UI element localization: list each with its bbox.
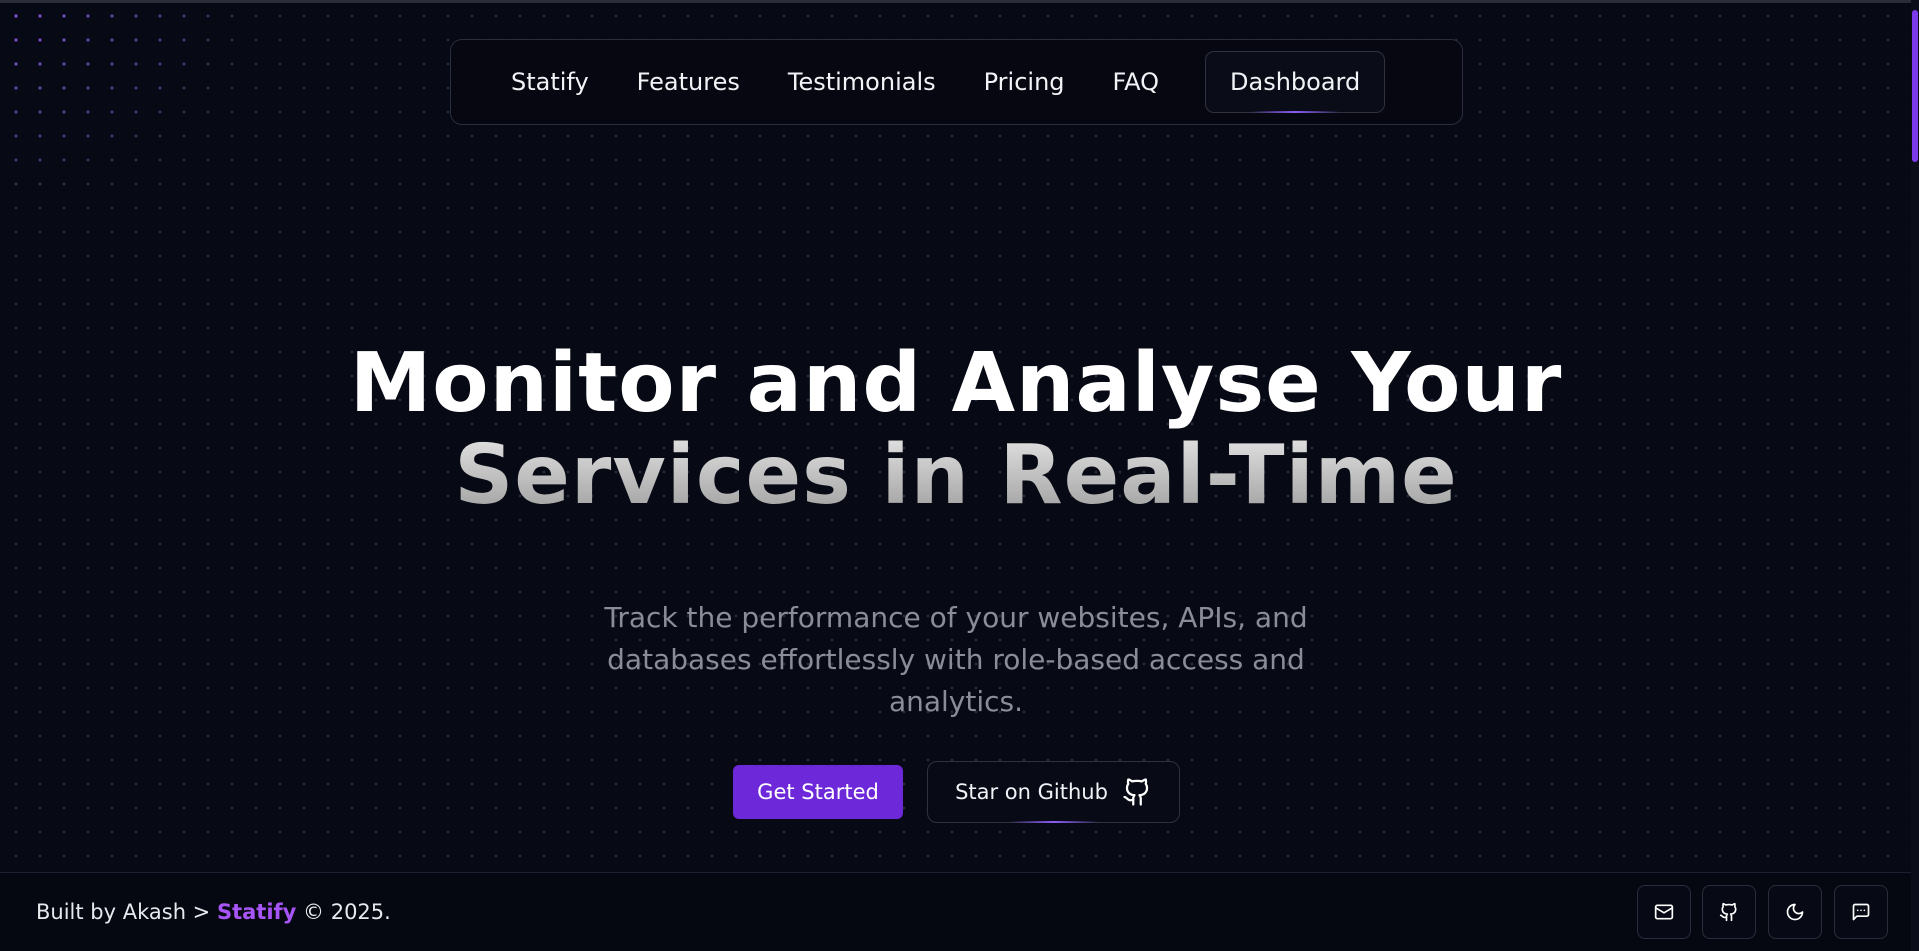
scrollbar-thumb[interactable] <box>1912 10 1918 162</box>
nav-link-statify[interactable]: Statify <box>511 68 589 96</box>
github-icon <box>1719 902 1737 922</box>
footer-credit-prefix: Built by Akash > <box>36 900 217 924</box>
footer-credit-suffix: © 2025. <box>296 900 391 924</box>
landing-page: Statify Features Testimonials Pricing FA… <box>0 0 1919 951</box>
nav-link-features[interactable]: Features <box>637 68 740 96</box>
dashboard-button[interactable]: Dashboard <box>1205 51 1386 113</box>
corner-dot-glow <box>0 0 240 200</box>
message-icon <box>1852 903 1870 921</box>
nav-link-pricing[interactable]: Pricing <box>984 68 1065 96</box>
hero-title: Monitor and Analyse Your Services in Rea… <box>0 338 1912 522</box>
hero-title-line2: Services in Real-Time <box>0 430 1912 522</box>
github-footer-button[interactable] <box>1702 885 1756 939</box>
footer-brand-link[interactable]: Statify <box>217 900 296 924</box>
mail-button[interactable] <box>1637 885 1691 939</box>
footer: Built by Akash > Statify © 2025. <box>0 872 1911 951</box>
hero-title-line1: Monitor and Analyse Your <box>349 336 1563 431</box>
scrollbar[interactable] <box>1911 0 1919 951</box>
top-divider <box>0 0 1919 3</box>
nav-link-testimonials[interactable]: Testimonials <box>788 68 936 96</box>
feedback-button[interactable] <box>1834 885 1888 939</box>
star-on-github-button[interactable]: Star on Github <box>927 761 1180 823</box>
top-navbar: Statify Features Testimonials Pricing FA… <box>450 39 1463 125</box>
footer-credit: Built by Akash > Statify © 2025. <box>36 900 391 924</box>
mail-icon <box>1654 904 1674 920</box>
star-on-github-label: Star on Github <box>955 780 1108 804</box>
moon-icon <box>1786 903 1804 921</box>
hero-subtitle: Track the performance of your websites, … <box>604 601 1308 718</box>
github-icon <box>1123 778 1149 806</box>
nav-link-faq[interactable]: FAQ <box>1113 68 1160 96</box>
theme-toggle-button[interactable] <box>1768 885 1822 939</box>
get-started-button[interactable]: Get Started <box>733 765 903 819</box>
